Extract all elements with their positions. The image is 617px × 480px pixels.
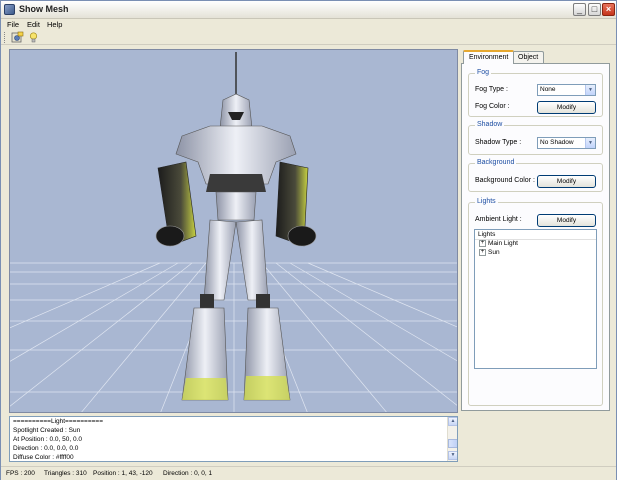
viewport-scene bbox=[10, 52, 457, 412]
fog-group-title: Fog bbox=[475, 69, 492, 76]
3d-viewport[interactable] bbox=[9, 49, 458, 413]
ambient-light-label: Ambient Light : bbox=[475, 216, 522, 223]
fog-type-label: Fog Type : bbox=[475, 86, 508, 93]
floor-grid bbox=[10, 262, 457, 412]
menu-help[interactable]: Help bbox=[47, 20, 62, 29]
shadow-type-label: Shadow Type : bbox=[475, 139, 522, 146]
close-button[interactable]: × bbox=[602, 3, 615, 16]
menu-edit[interactable]: Edit bbox=[27, 20, 40, 29]
maximize-button[interactable]: □ bbox=[588, 3, 601, 16]
menu-bar: File Edit Help bbox=[1, 19, 616, 30]
expand-icon[interactable]: + bbox=[479, 249, 486, 256]
open-mesh-button[interactable] bbox=[11, 31, 24, 44]
open-mesh-icon bbox=[11, 31, 24, 43]
background-group: Background Background Color : Modify bbox=[468, 159, 603, 192]
shadow-type-value: No Shadow bbox=[540, 139, 574, 146]
menu-file[interactable]: File bbox=[7, 20, 19, 29]
background-group-title: Background bbox=[475, 159, 517, 166]
lights-group-title: Lights bbox=[475, 198, 498, 205]
properties-panel: Environment Object Fog Fog Type : None ▼… bbox=[461, 49, 610, 411]
fog-color-label: Fog Color : bbox=[475, 103, 510, 110]
environment-tab-body: Fog Fog Type : None ▼ Fog Color : Modify… bbox=[461, 63, 610, 411]
lights-tree-header: Lights bbox=[475, 230, 596, 240]
lights-tree[interactable]: Lights + Main Light + Sun bbox=[474, 229, 597, 369]
lights-group: Lights Ambient Light : Modify Lights + Ma… bbox=[468, 198, 603, 406]
direction-readout: Direction : 0, 0, 1 bbox=[163, 470, 213, 477]
log-line: Diffuse Color : #ffff00 bbox=[13, 454, 74, 461]
toolbar bbox=[1, 30, 616, 45]
window-title: Show Mesh bbox=[19, 4, 69, 14]
scroll-up-icon[interactable]: ▲ bbox=[448, 417, 457, 426]
status-bar: FPS : 200 Triangles : 310 Position : 1, … bbox=[1, 466, 616, 480]
title-bar[interactable]: Show Mesh _ □ × bbox=[1, 1, 616, 19]
log-line: ==========Light========== bbox=[13, 418, 104, 425]
log-output[interactable]: ==========Light========== Spotlight Crea… bbox=[9, 416, 458, 462]
main-window: Show Mesh _ □ × File Edit Help Environme… bbox=[0, 0, 617, 480]
fps-readout: FPS : 200 bbox=[6, 470, 35, 477]
log-scrollbar[interactable]: ▲ ▼ bbox=[447, 417, 457, 461]
background-color-modify-button[interactable]: Modify bbox=[537, 175, 596, 188]
ambient-light-modify-button[interactable]: Modify bbox=[537, 214, 596, 227]
chevron-down-icon[interactable]: ▼ bbox=[585, 85, 595, 95]
app-icon bbox=[4, 4, 15, 15]
tree-item-label: Main Light bbox=[488, 240, 518, 248]
fog-type-value: None bbox=[540, 86, 556, 93]
light-bulb-icon bbox=[29, 32, 38, 43]
fog-color-modify-button[interactable]: Modify bbox=[537, 101, 596, 114]
log-line: Spotlight Created : Sun bbox=[13, 427, 81, 434]
scroll-down-icon[interactable]: ▼ bbox=[448, 451, 457, 460]
shadow-group: Shadow Shadow Type : No Shadow ▼ bbox=[468, 121, 603, 155]
chevron-down-icon[interactable]: ▼ bbox=[585, 138, 595, 148]
shadow-group-title: Shadow bbox=[475, 121, 505, 128]
tab-environment[interactable]: Environment bbox=[463, 50, 515, 64]
toolbar-grip[interactable] bbox=[4, 32, 6, 43]
log-line: At Position : 0.0, 50, 0.0 bbox=[13, 436, 83, 443]
triangles-readout: Triangles : 310 bbox=[44, 470, 87, 477]
fog-group: Fog Fog Type : None ▼ Fog Color : Modify bbox=[468, 69, 603, 117]
tree-item-label: Sun bbox=[488, 249, 500, 257]
expand-icon[interactable]: + bbox=[479, 240, 486, 247]
minimize-button[interactable]: _ bbox=[573, 3, 586, 16]
tree-item-main-light[interactable]: + Main Light bbox=[475, 240, 596, 249]
position-readout: Position : 1, 43, -120 bbox=[93, 470, 153, 477]
scroll-thumb[interactable] bbox=[448, 439, 457, 448]
tree-item-sun[interactable]: + Sun bbox=[475, 249, 596, 258]
background-color-label: Background Color : bbox=[475, 177, 535, 184]
light-button[interactable] bbox=[27, 31, 40, 44]
fog-type-select[interactable]: None ▼ bbox=[537, 84, 596, 96]
robot-mesh bbox=[155, 52, 317, 401]
log-line: Direction : 0.0, 0.0, 0.0 bbox=[13, 445, 79, 452]
shadow-type-select[interactable]: No Shadow ▼ bbox=[537, 137, 596, 149]
